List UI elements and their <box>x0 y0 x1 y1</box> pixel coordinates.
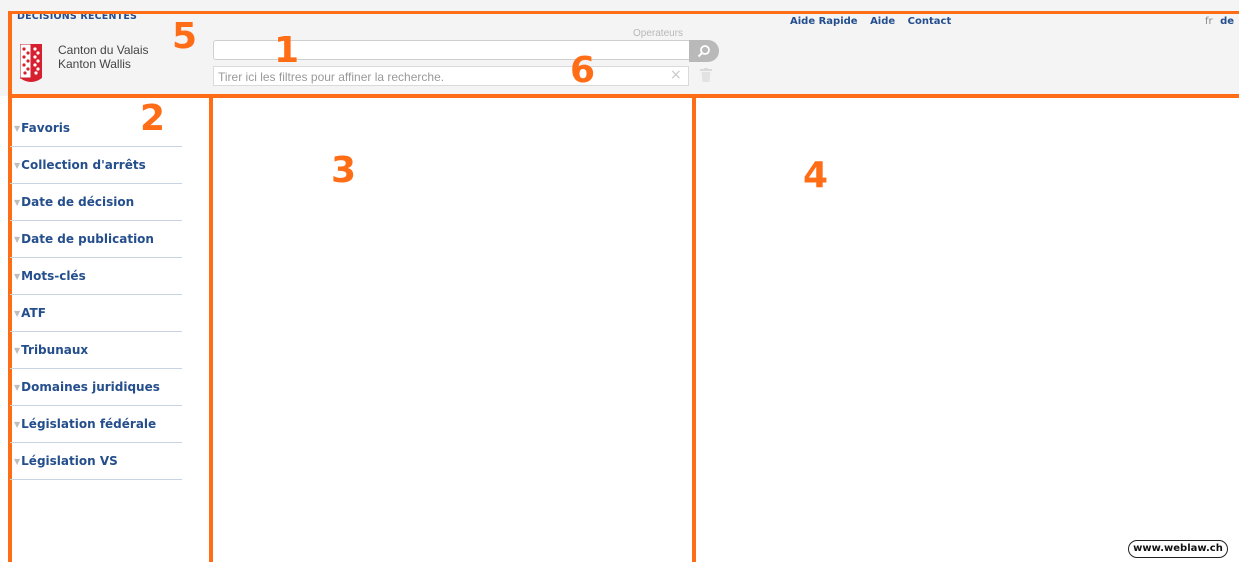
top-links: Aide Rapide Aide Contact <box>790 16 960 27</box>
language-switcher: fr de <box>1201 16 1234 27</box>
help-link[interactable]: Aide <box>870 16 895 27</box>
contact-link[interactable]: Contact <box>908 16 952 27</box>
canton-name: Canton du Valais Kanton Wallis <box>58 43 149 71</box>
callout-3: 3 <box>331 150 357 191</box>
lang-de-link[interactable]: de <box>1220 16 1234 27</box>
callout-5: 5 <box>172 16 198 57</box>
sidebar-item-legislation-federale[interactable]: ▼ Législation fédérale <box>10 406 182 443</box>
sidebar-item-label: ATF <box>21 306 46 320</box>
frame-top <box>8 11 1239 14</box>
sidebar-item-label: Date de publication <box>21 232 154 246</box>
frame-divider-1 <box>209 96 213 562</box>
sidebar-item-domaines[interactable]: ▼ Domaines juridiques <box>10 369 182 406</box>
canton-name-de: Kanton Wallis <box>58 57 131 71</box>
callout-2: 2 <box>140 98 166 139</box>
collapse-triangle-icon: ▼ <box>14 271 21 281</box>
sidebar-item-label: Mots-clés <box>21 269 86 283</box>
sidebar-item-atf[interactable]: ▼ ATF <box>10 295 182 332</box>
collapse-triangle-icon: ▼ <box>14 160 21 170</box>
trash-icon[interactable] <box>700 68 712 82</box>
filter-placeholder: Tirer ici les filtres pour affiner la re… <box>218 70 445 84</box>
collapse-triangle-icon: ▼ <box>14 123 21 133</box>
sidebar-item-date-decision[interactable]: ▼ Date de décision <box>10 184 182 221</box>
canton-coat-of-arms-icon <box>20 44 42 82</box>
collapse-triangle-icon: ▼ <box>14 197 21 207</box>
callout-6: 6 <box>570 50 596 91</box>
lang-fr-link[interactable]: fr <box>1205 16 1213 27</box>
search-button[interactable] <box>689 40 719 62</box>
collapse-triangle-icon: ▼ <box>14 456 21 466</box>
sidebar-item-label: Favoris <box>21 121 70 135</box>
sidebar-item-legislation-vs[interactable]: ▼ Législation VS <box>10 443 182 480</box>
sidebar-item-label: Législation VS <box>21 454 118 468</box>
sidebar-item-collection[interactable]: ▼ Collection d'arrêts <box>10 147 182 184</box>
callout-1: 1 <box>274 30 300 71</box>
collapse-triangle-icon: ▼ <box>14 382 21 392</box>
collapse-triangle-icon: ▼ <box>14 419 21 429</box>
collapse-triangle-icon: ▼ <box>14 345 21 355</box>
sidebar-item-label: Législation fédérale <box>21 417 157 431</box>
operators-link[interactable]: Operateurs <box>633 28 683 39</box>
frame-header-bottom <box>8 94 1239 98</box>
sidebar-item-label: Collection d'arrêts <box>21 158 146 172</box>
callout-4: 4 <box>803 155 829 196</box>
clear-filters-icon[interactable]: × <box>670 67 682 83</box>
frame-divider-2 <box>692 96 696 562</box>
filter-sidebar: ▼ Favoris ▼ Collection d'arrêts ▼ Date de d… <box>10 110 182 480</box>
sidebar-item-label: Tribunaux <box>21 343 89 357</box>
sidebar-item-mots-cles[interactable]: ▼ Mots-clés <box>10 258 182 295</box>
sidebar-item-label: Domaines juridiques <box>21 380 160 394</box>
quick-help-link[interactable]: Aide Rapide <box>790 16 858 27</box>
sidebar-item-label: Date de décision <box>21 195 135 209</box>
weblaw-logo[interactable]: www.weblaw.ch <box>1128 540 1228 558</box>
collapse-triangle-icon: ▼ <box>14 234 21 244</box>
sidebar-item-tribunaux[interactable]: ▼ Tribunaux <box>10 332 182 369</box>
search-icon <box>697 45 710 58</box>
canton-name-fr: Canton du Valais <box>58 43 149 57</box>
sidebar-item-date-publication[interactable]: ▼ Date de publication <box>10 221 182 258</box>
collapse-triangle-icon: ▼ <box>14 308 21 318</box>
